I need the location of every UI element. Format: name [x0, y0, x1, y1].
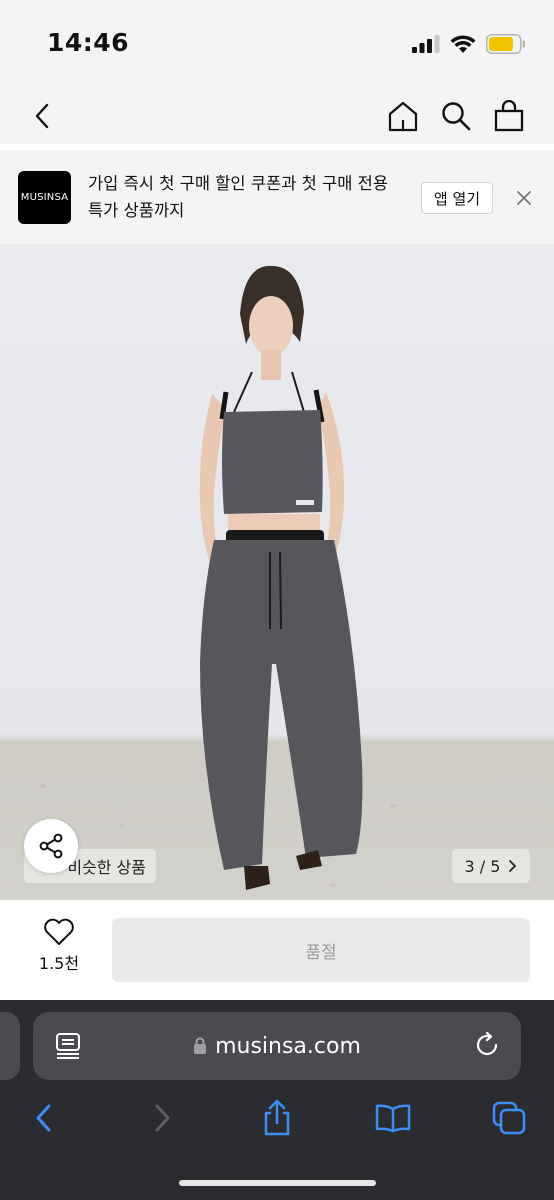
logo-text: MUSINSA — [20, 192, 69, 203]
url-text: musinsa.com — [215, 1033, 361, 1059]
banner-message: 가입 즉시 첫 구매 할인 쿠폰과 첫 구매 전용 특가 상품까지 — [88, 174, 389, 220]
purchase-bar: 1.5천 품절 — [0, 900, 554, 1000]
tabs-button[interactable] — [487, 1098, 531, 1138]
home-indicator — [179, 1180, 376, 1186]
back-icon — [36, 1104, 51, 1132]
image-pager[interactable]: 3 / 5 — [452, 849, 530, 883]
share-button[interactable] — [24, 819, 78, 873]
battery-icon — [486, 34, 525, 54]
sold-out-button[interactable]: 품절 — [112, 918, 530, 982]
reload-button[interactable] — [475, 1031, 501, 1063]
shopping-bag-icon — [494, 100, 524, 132]
app-install-banner: MUSINSA 가입 즉시 첫 구매 할인 쿠폰과 첫 구매 전용 특가 상품까… — [0, 150, 554, 244]
close-icon — [517, 191, 531, 205]
top-navigation — [0, 88, 554, 144]
back-chevron-icon — [35, 103, 49, 129]
search-icon — [442, 102, 471, 131]
browser-share-button[interactable] — [255, 1098, 299, 1138]
like-count: 1.5천 — [38, 954, 80, 973]
home-icon — [388, 101, 418, 132]
pager-text: 3 / 5 — [464, 856, 501, 876]
banner-close-button[interactable] — [512, 186, 536, 210]
share-icon — [39, 833, 63, 859]
cellular-signal-icon — [412, 35, 440, 53]
musinsa-logo: MUSINSA — [18, 171, 71, 224]
search-button[interactable] — [434, 94, 478, 138]
forward-icon — [155, 1104, 170, 1132]
back-button[interactable] — [20, 94, 64, 138]
bookmarks-button[interactable] — [371, 1098, 415, 1138]
browser-forward-button[interactable] — [141, 1098, 185, 1138]
status-icons — [412, 32, 526, 56]
like-button[interactable]: 1.5천 — [22, 918, 96, 974]
browser-chrome: musinsa.com — [0, 1000, 554, 1200]
previous-tab-preview[interactable] — [0, 1012, 20, 1080]
open-app-button[interactable]: 앱 열기 — [421, 182, 493, 214]
wifi-icon — [450, 34, 476, 53]
chevron-right-icon — [509, 860, 517, 872]
bookmarks-icon — [375, 1104, 411, 1133]
address-bar[interactable]: musinsa.com — [33, 1012, 521, 1080]
tabs-icon — [492, 1101, 526, 1135]
status-time: 14:46 — [47, 28, 130, 57]
share-icon — [264, 1099, 290, 1136]
product-image[interactable]: 비슷한 상품 3 / 5 — [0, 244, 554, 900]
model-figure — [199, 265, 363, 890]
home-button[interactable] — [381, 94, 425, 138]
browser-back-button[interactable] — [21, 1098, 65, 1138]
url-display: musinsa.com — [33, 1012, 521, 1080]
cart-button[interactable] — [487, 94, 531, 138]
reload-icon — [476, 1031, 498, 1056]
heart-icon — [44, 918, 74, 945]
lock-icon — [194, 1037, 207, 1054]
status-bar: 14:46 — [0, 0, 554, 88]
